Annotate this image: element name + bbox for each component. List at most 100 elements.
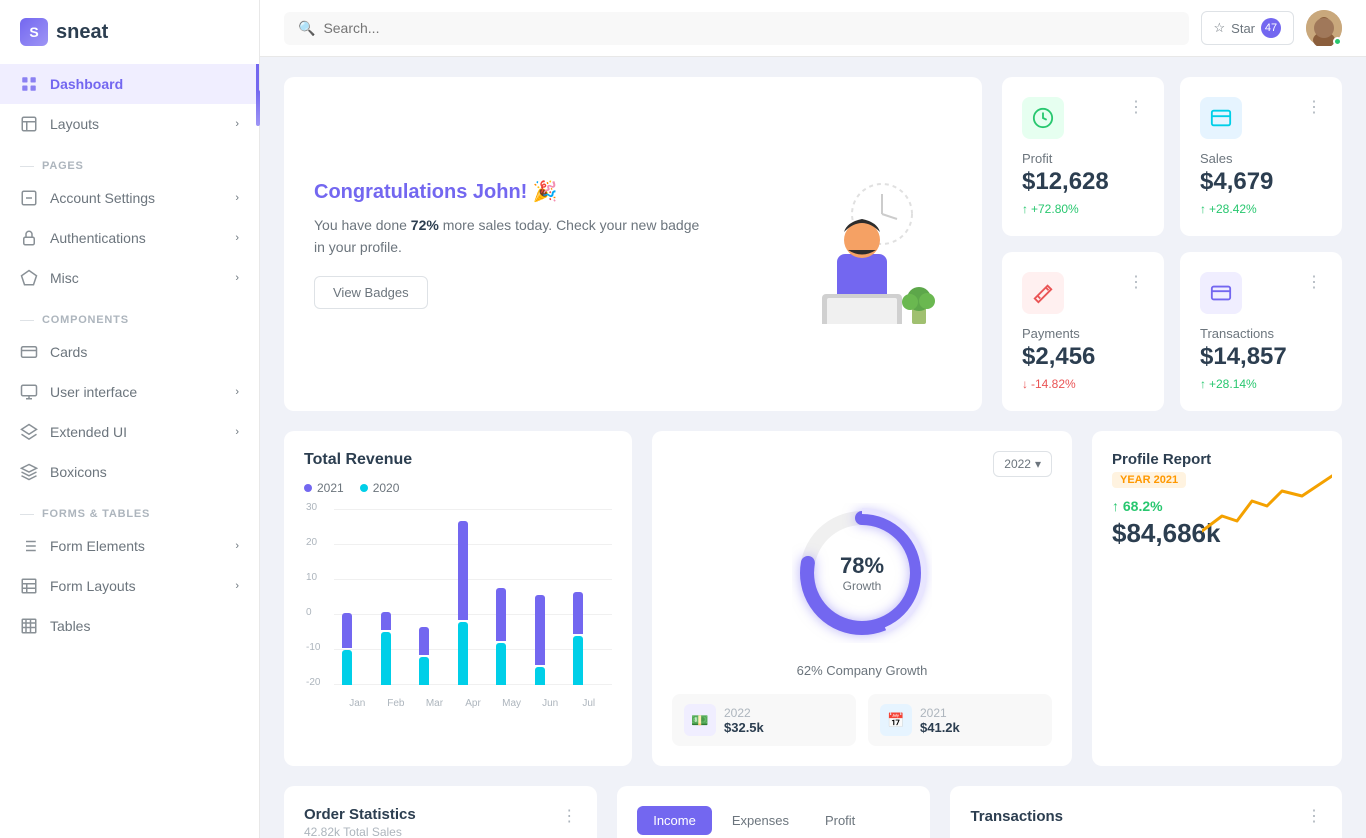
bar-2021 bbox=[381, 612, 391, 630]
user-avatar-container[interactable] bbox=[1306, 10, 1342, 46]
star-icon: ☆ bbox=[1214, 20, 1226, 36]
sidebar-item-misc[interactable]: Misc › bbox=[0, 258, 259, 298]
calendar-icon: 📅 bbox=[880, 704, 912, 736]
stat-amount-2021: $41.2k bbox=[920, 720, 960, 735]
tab-income[interactable]: Income bbox=[637, 806, 712, 835]
components-section-label: COMPONENTS bbox=[0, 298, 259, 332]
profile-report-card: Profile Report YEAR 2021 ↑ 68.2% $84,686… bbox=[1092, 431, 1342, 766]
legend-dot-2021 bbox=[304, 484, 312, 492]
payments-menu[interactable]: ⋮ bbox=[1128, 272, 1144, 292]
up-arrow-icon: ↑ bbox=[1022, 202, 1028, 216]
sidebar-item-form-layouts[interactable]: Form Layouts › bbox=[0, 566, 259, 606]
bar-2021 bbox=[458, 521, 468, 620]
stat-cards-grid: ⋮ Profit $12,628 ↑ +72.80% ⋮ bbox=[1002, 77, 1342, 411]
welcome-card: Congratulations John! 🎉 You have done 72… bbox=[284, 77, 982, 411]
bar-group bbox=[381, 612, 412, 685]
forms-tables-section-label: FORMS & TABLES bbox=[0, 492, 259, 526]
year-selector[interactable]: 2022 ▾ bbox=[993, 451, 1052, 477]
view-badges-button[interactable]: View Badges bbox=[314, 276, 428, 309]
stat-card-payments: ⋮ Payments $2,456 ↓ -14.82% bbox=[1002, 252, 1164, 411]
profile-chart-svg bbox=[1202, 471, 1332, 551]
bar-2020 bbox=[535, 667, 545, 685]
sidebar-item-dashboard[interactable]: Dashboard bbox=[0, 64, 259, 104]
growth-card: 2022 ▾ bbox=[652, 431, 1072, 766]
stat-card-transactions: ⋮ Transactions $14,857 ↑ +28.14% bbox=[1180, 252, 1342, 411]
logo-text: sneat bbox=[56, 21, 108, 44]
growth-stats: 💵 2022 $32.5k 📅 2021 $41.2k bbox=[672, 694, 1052, 746]
sidebar: S sneat Dashboard Layouts › PAGES Accoun… bbox=[0, 0, 260, 838]
sidebar-item-form-elements[interactable]: Form Elements › bbox=[0, 526, 259, 566]
stat-card-sales: ⋮ Sales $4,679 ↑ +28.42% bbox=[1180, 77, 1342, 236]
x-label: Mar bbox=[419, 698, 450, 709]
total-revenue-card: Total Revenue 2021 2020 30 20 10 bbox=[284, 431, 632, 766]
layout-icon bbox=[20, 115, 38, 133]
sales-icon bbox=[1200, 97, 1242, 139]
growth-stat-2022: 💵 2022 $32.5k bbox=[672, 694, 856, 746]
chevron-down-icon: ▾ bbox=[1035, 457, 1041, 471]
logo[interactable]: S sneat bbox=[0, 0, 259, 64]
box-icon bbox=[20, 463, 38, 481]
star-label: Star bbox=[1231, 21, 1255, 36]
star-button[interactable]: ☆ Star 47 bbox=[1201, 11, 1295, 45]
sidebar-item-account-settings[interactable]: Account Settings › bbox=[0, 178, 259, 218]
transactions-card: Transactions ⋮ P Paypal Send money ++82.… bbox=[950, 786, 1342, 838]
content-area: Congratulations John! 🎉 You have done 72… bbox=[260, 57, 1366, 838]
legend-2020: 2020 bbox=[360, 481, 400, 495]
chevron-right-icon: › bbox=[235, 386, 239, 398]
card-icon bbox=[20, 343, 38, 361]
sidebar-item-boxicons[interactable]: Boxicons bbox=[0, 452, 259, 492]
main-content: 🔍 ☆ Star 47 Congratulat bbox=[260, 0, 1366, 838]
sidebar-item-label: Tables bbox=[50, 618, 90, 634]
sidebar-item-label: Cards bbox=[50, 344, 87, 360]
pages-section-label: PAGES bbox=[0, 144, 259, 178]
sidebar-item-tables[interactable]: Tables bbox=[0, 606, 259, 646]
tab-expenses[interactable]: Expenses bbox=[716, 806, 805, 835]
chevron-right-icon: › bbox=[235, 540, 239, 552]
bar-2021 bbox=[535, 595, 545, 665]
growth-stat-2021: 📅 2021 $41.2k bbox=[868, 694, 1052, 746]
welcome-illustration bbox=[772, 164, 952, 324]
donut-sublabel: Growth bbox=[840, 579, 884, 593]
sidebar-item-label: Dashboard bbox=[50, 76, 123, 92]
income-tabs: Income Expenses Profit bbox=[637, 806, 910, 835]
search-wrap[interactable]: 🔍 bbox=[284, 12, 1189, 45]
sidebar-item-cards[interactable]: Cards bbox=[0, 332, 259, 372]
grid-table-icon bbox=[20, 617, 38, 635]
bar-group bbox=[535, 595, 566, 685]
bar-2020 bbox=[496, 643, 506, 685]
transactions-value: $14,857 bbox=[1200, 343, 1322, 371]
payments-value: $2,456 bbox=[1022, 343, 1144, 371]
transactions-card-menu[interactable]: ⋮ bbox=[1306, 806, 1322, 826]
welcome-highlight: 72% bbox=[411, 217, 439, 233]
transactions-menu[interactable]: ⋮ bbox=[1306, 272, 1322, 292]
x-label: Jul bbox=[573, 698, 604, 709]
order-menu[interactable]: ⋮ bbox=[561, 806, 577, 826]
stat-year-2022: 2022 bbox=[724, 706, 764, 720]
bottom-row: Order Statistics 42.82k Total Sales ⋮ 8,… bbox=[284, 786, 1342, 838]
sidebar-item-label: Layouts bbox=[50, 116, 99, 132]
sidebar-item-layouts[interactable]: Layouts › bbox=[0, 104, 259, 144]
dollar-icon: 💵 bbox=[684, 704, 716, 736]
chevron-right-icon: › bbox=[235, 426, 239, 438]
chart-legend: 2021 2020 bbox=[304, 481, 612, 495]
settings-icon bbox=[20, 189, 38, 207]
sales-menu[interactable]: ⋮ bbox=[1306, 97, 1322, 117]
up-arrow-icon: ↑ bbox=[1200, 202, 1206, 216]
sales-value: $4,679 bbox=[1200, 168, 1322, 196]
sidebar-item-label: Extended UI bbox=[50, 424, 127, 440]
diamond-icon bbox=[20, 269, 38, 287]
bar-group bbox=[342, 613, 373, 685]
sidebar-item-user-interface[interactable]: User interface › bbox=[0, 372, 259, 412]
profit-menu[interactable]: ⋮ bbox=[1128, 97, 1144, 117]
order-title: Order Statistics bbox=[304, 806, 416, 823]
sidebar-item-authentications[interactable]: Authentications › bbox=[0, 218, 259, 258]
stat-year-2021: 2021 bbox=[920, 706, 960, 720]
bar-2021 bbox=[342, 613, 352, 648]
sidebar-item-extended-ui[interactable]: Extended UI › bbox=[0, 412, 259, 452]
search-input[interactable] bbox=[323, 20, 1174, 36]
grid-icon bbox=[20, 75, 38, 93]
chevron-right-icon: › bbox=[235, 232, 239, 244]
tab-profit[interactable]: Profit bbox=[809, 806, 871, 835]
welcome-message: You have done 72% more sales today. Chec… bbox=[314, 214, 714, 259]
illustration-svg bbox=[772, 164, 952, 324]
